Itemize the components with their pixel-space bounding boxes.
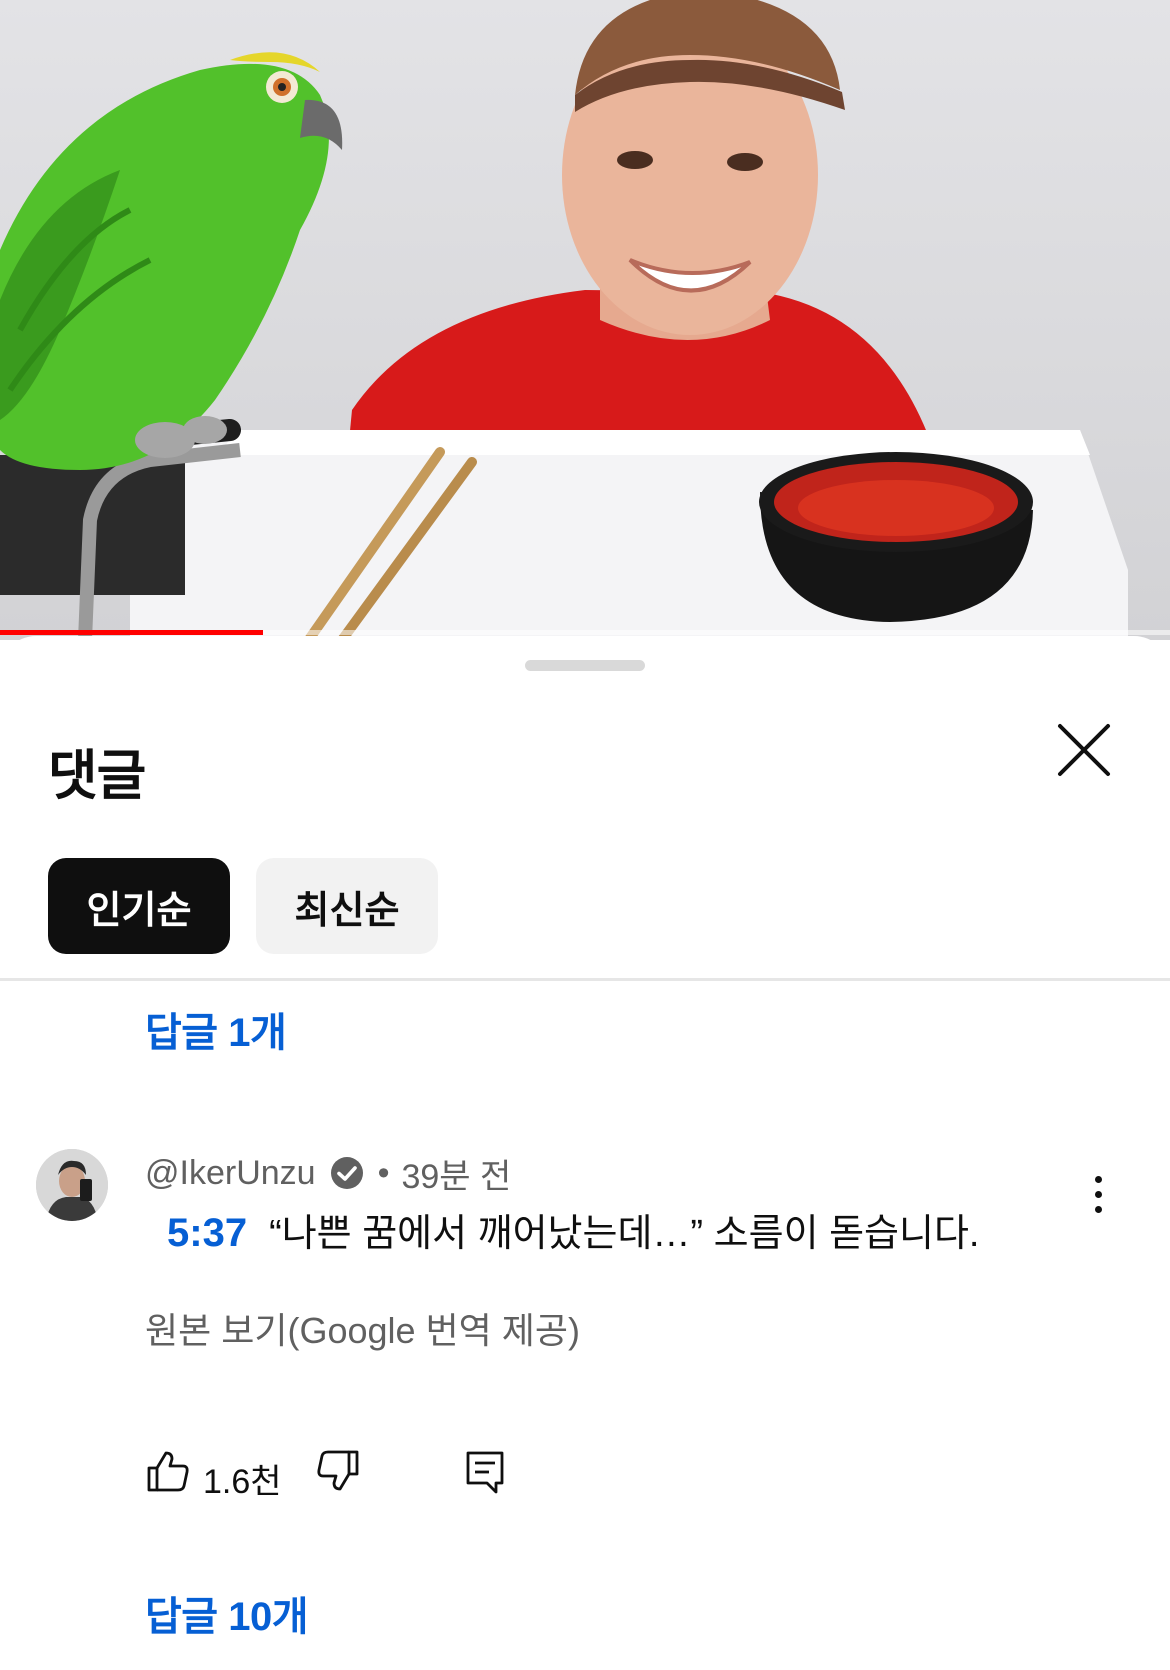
comment-text: “나쁜 꿈에서 깨어났는데…” 소름이 돋습니다. (269, 1213, 980, 1255)
video-progress-bar[interactable] (0, 630, 1170, 635)
video-frame-illustration (0, 0, 1128, 640)
reply-comment-icon (466, 1451, 504, 1494)
comments-title: 댓글 (48, 746, 146, 806)
kebab-dot (1094, 1190, 1102, 1198)
close-button[interactable] (1048, 714, 1120, 786)
dislike-button[interactable] (315, 1448, 361, 1499)
reply-button[interactable] (463, 1448, 507, 1501)
comment-actions: 1.6천 (145, 1448, 745, 1502)
sort-chip-newest[interactable]: 최신순 (256, 858, 438, 954)
sheet-drag-handle[interactable] (525, 660, 645, 671)
comment-body: 5:37 “나쁜 꿈에서 깨어났는데…” 소름이 돋습니다. (145, 1206, 1135, 1261)
comments-sheet: 댓글 인기순 최신순 답글 1개 @IkerUnzu • 39분 전 5:37 … (0, 636, 1170, 1670)
comment-meta: @IkerUnzu • 39분 전 (145, 1151, 512, 1196)
thumbs-down-icon (317, 1450, 359, 1491)
view-replies-link[interactable]: 답글 1개 (145, 1000, 287, 1058)
comment-author[interactable]: @IkerUnzu (145, 1154, 316, 1193)
meta-separator: • (377, 1153, 390, 1192)
close-icon (1058, 724, 1110, 776)
like-count: 1.6천 (203, 1463, 282, 1501)
avatar[interactable] (36, 1149, 108, 1221)
sort-chip-top[interactable]: 인기순 (48, 858, 230, 954)
comment-age: 39분 전 (401, 1157, 512, 1196)
kebab-dot (1094, 1175, 1102, 1183)
verified-check-icon (330, 1156, 364, 1190)
like-button[interactable] (145, 1448, 191, 1494)
video-player[interactable] (0, 0, 1170, 640)
avatar-image (36, 1149, 108, 1221)
video-progress-fill (0, 630, 264, 635)
comment-timestamp-link[interactable]: 5:37 (167, 1211, 247, 1255)
see-original-link[interactable]: 원본 보기(Google 번역 제공) (145, 1302, 580, 1354)
thumbs-up-icon (147, 1451, 189, 1492)
header-divider (0, 978, 1170, 981)
view-replies-link[interactable]: 답글 10개 (145, 1584, 309, 1642)
